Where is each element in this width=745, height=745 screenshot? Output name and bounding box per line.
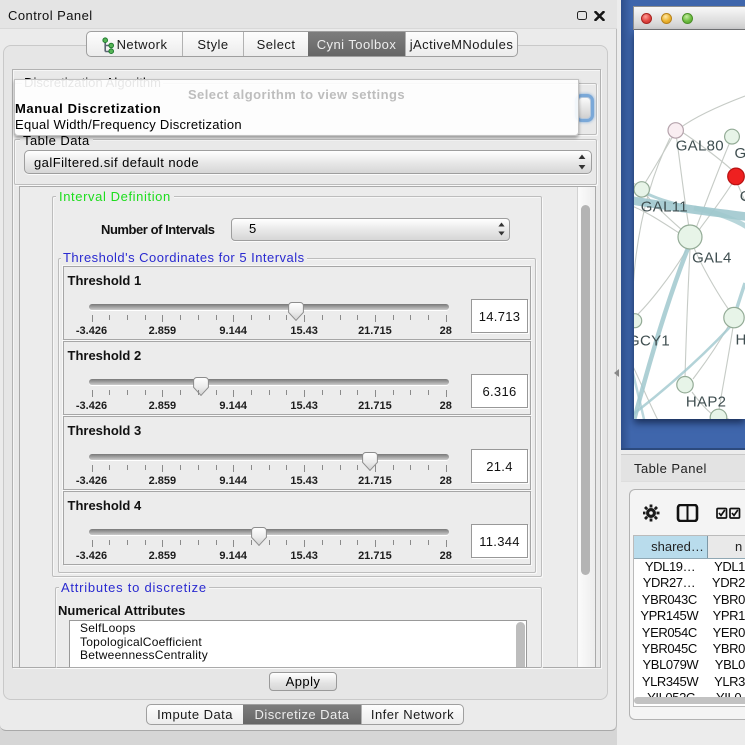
svg-text:GAL80: GAL80 xyxy=(676,138,724,155)
svg-text:C: C xyxy=(740,188,745,205)
svg-text:H: H xyxy=(736,332,745,349)
svg-text:GCY1: GCY1 xyxy=(634,333,670,350)
svg-text:GA: GA xyxy=(735,145,745,162)
svg-text:GAL11: GAL11 xyxy=(641,199,688,216)
svg-text:GAL4: GAL4 xyxy=(692,250,732,267)
svg-text:HAP2: HAP2 xyxy=(686,394,726,411)
